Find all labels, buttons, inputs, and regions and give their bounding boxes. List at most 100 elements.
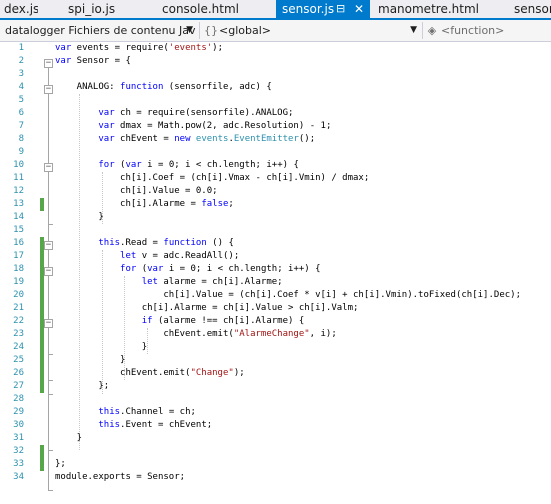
pin-icon[interactable]: ⊟ [336, 0, 345, 18]
code-line[interactable]: 33}; [0, 458, 551, 471]
code-line[interactable]: 12 ch[i].Value = 0.0; [0, 185, 551, 198]
code-line[interactable]: 9 [0, 146, 551, 159]
line-number: 26 [13, 368, 24, 378]
line-number: 12 [13, 186, 24, 196]
code-line[interactable]: 20 ch[i].Value = (ch[i].Coef * v[i] + ch… [0, 289, 551, 302]
code-line[interactable]: 26 chEvent.emit("Change"); [0, 367, 551, 380]
line-number: 29 [13, 407, 24, 417]
code-line[interactable]: 24 } [0, 341, 551, 354]
line-number: 10 [13, 160, 24, 170]
code-line[interactable]: 13 ch[i].Alarme = false; [0, 198, 551, 211]
line-number: 5 [18, 95, 24, 105]
line-number: 17 [13, 251, 24, 261]
line-number: 13 [13, 199, 24, 209]
code-line[interactable]: 32 [0, 445, 551, 458]
code-line[interactable]: 29 this.Channel = ch; [0, 406, 551, 419]
change-marker [40, 341, 44, 354]
code-token: Sensor = { [71, 56, 131, 66]
code-token: var [98, 134, 115, 144]
line-number: 14 [13, 212, 24, 222]
code-line[interactable]: 8 var chEvent = new events.EventEmitter(… [0, 133, 551, 146]
code-line[interactable]: 16 this.Read = function () { [0, 237, 551, 250]
code-line[interactable]: 18 for (var i = 0; i < ch.length; i++) { [0, 263, 551, 276]
code-token: alarme = ch[i].Alarme; [157, 277, 283, 287]
line-number: 24 [13, 342, 24, 352]
line-number: 7 [18, 121, 24, 131]
tab-label: sensor. [514, 2, 551, 16]
line-number: 20 [13, 290, 24, 300]
code-text: ch[i].Value = 0.0; [55, 185, 218, 198]
member-dropdown[interactable]: ◈ <function> [426, 22, 551, 39]
code-token: let [120, 251, 137, 261]
line-number: 1 [18, 43, 24, 53]
code-text: if (alarme !== ch[i].Alarme) { [55, 315, 305, 328]
code-line[interactable]: 3 [0, 68, 551, 81]
code-text: this.Event = chEvent; [55, 419, 212, 432]
code-token: ); [212, 43, 224, 53]
code-line[interactable]: 19 let alarme = ch[i].Alarme; [0, 276, 551, 289]
code-editor[interactable]: − − − − − − 1 var events = require('event… [0, 42, 551, 504]
code-token: .Read = [120, 238, 164, 248]
tab-sensor-overflow[interactable]: sensor. [508, 0, 551, 18]
scope-dropdown[interactable]: {}<global> ▼ [204, 22, 420, 39]
code-line[interactable]: 22 if (alarme !== ch[i].Alarme) { [0, 315, 551, 328]
code-token: this [98, 420, 121, 430]
code-line[interactable]: 14 } [0, 211, 551, 224]
code-text: for (var i = 0; i < ch.length; i++) { [55, 159, 299, 172]
code-token: module.exports = Sensor; [55, 472, 186, 482]
code-text: chEvent.emit("Change"); [55, 367, 245, 380]
tab-sensor-js[interactable]: sensor.js ⊟ ✕ [276, 0, 370, 18]
code-line[interactable]: 5 [0, 94, 551, 107]
code-text: } [55, 211, 104, 224]
tab-spi-io-js[interactable]: spi_io.js [62, 0, 132, 18]
code-line[interactable]: 11 ch[i].Coef = (ch[i].Vmax - ch[i].Vmin… [0, 172, 551, 185]
code-token: ch[i].Value = (ch[i].Coef * v[i] + ch[i]… [55, 290, 521, 300]
code-text: var ch = require(sensorfile).ANALOG; [55, 107, 293, 120]
code-line[interactable]: 6 var ch = require(sensorfile).ANALOG; [0, 107, 551, 120]
close-icon[interactable]: ✕ [354, 0, 364, 18]
code-line[interactable]: 2 var Sensor = { [0, 55, 551, 68]
code-line[interactable]: 15 [0, 224, 551, 237]
tab-label: dex.js [4, 2, 38, 16]
code-line[interactable]: 23 chEvent.emit("AlarmeChange", i); [0, 328, 551, 341]
tab-manometre-html[interactable]: manometre.html [372, 0, 492, 18]
change-marker [40, 328, 44, 341]
code-line[interactable]: 10 for (var i = 0; i < ch.length; i++) { [0, 159, 551, 172]
change-marker [40, 302, 44, 315]
code-line[interactable]: 17 let v = adc.ReadAll(); [0, 250, 551, 263]
line-number: 18 [13, 264, 24, 274]
change-marker [40, 354, 44, 367]
project-dropdown[interactable]: datalogger Fichiers de contenu Jav ▼ [2, 22, 196, 39]
code-line[interactable]: 4 ANALOG: function (sensorfile, adc) { [0, 81, 551, 94]
code-line[interactable]: 21 ch[i].Alarme = ch[i].Value > ch[i].Va… [0, 302, 551, 315]
change-marker [40, 315, 44, 328]
tab-console-html[interactable]: console.html [156, 0, 266, 18]
code-token: var [125, 160, 142, 170]
code-token: ( [114, 160, 126, 170]
code-token: } [55, 212, 104, 222]
code-line[interactable]: 28 [0, 393, 551, 406]
code-token: }; [55, 459, 66, 469]
tab-dex-js[interactable]: dex.js [0, 0, 38, 18]
code-text: } [55, 341, 147, 354]
code-line[interactable]: 27 }; [0, 380, 551, 393]
code-line[interactable]: 25 } [0, 354, 551, 367]
code-line[interactable]: 34 module.exports = Sensor; [0, 471, 551, 484]
code-text: var chEvent = new events.EventEmitter(); [55, 133, 315, 146]
code-token: var [98, 121, 115, 131]
code-token: this [98, 238, 121, 248]
code-token: ch[i].Coef = (ch[i].Vmax - ch[i].Vmin) /… [55, 173, 370, 183]
line-number: 11 [13, 173, 24, 183]
nav-divider [199, 22, 200, 39]
code-line[interactable]: 7 var dmax = Math.pow(2, adc.Resolution)… [0, 120, 551, 133]
code-token: events = require( [71, 43, 169, 53]
code-line[interactable]: 31 } [0, 432, 551, 445]
line-number: 6 [18, 108, 24, 118]
nav-divider [422, 22, 423, 39]
code-line[interactable]: 30 this.Event = chEvent; [0, 419, 551, 432]
code-line[interactable]: 1 var events = require('events'); [0, 42, 551, 55]
